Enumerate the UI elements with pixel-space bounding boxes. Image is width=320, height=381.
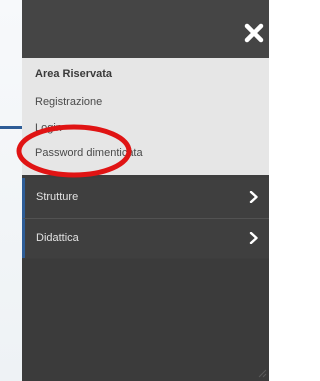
nav-item-didattica[interactable]: Didattica: [22, 218, 269, 258]
drawer-empty-area: [22, 259, 269, 381]
side-drawer: Area Riservata Registrazione Login Passw…: [22, 0, 269, 381]
close-icon: [244, 23, 264, 43]
nav-list: Strutture Didattica: [22, 178, 269, 258]
close-button[interactable]: [243, 22, 265, 44]
registration-link[interactable]: Registrazione: [35, 96, 102, 108]
reserved-area-panel: Area Riservata Registrazione Login Passw…: [22, 58, 269, 175]
drawer-header: [22, 0, 269, 58]
reserved-area-title: Area Riservata: [35, 68, 113, 80]
forgot-password-link[interactable]: Password dimenticata: [35, 147, 143, 159]
resize-grip-icon: [258, 369, 267, 378]
chevron-right-icon: [249, 232, 258, 244]
nav-item-strutture[interactable]: Strutture: [22, 178, 269, 218]
nav-item-label: Strutture: [36, 191, 79, 203]
login-link[interactable]: Login: [35, 122, 62, 134]
chevron-right-icon: [249, 191, 258, 203]
page-backdrop: [0, 0, 22, 381]
nav-item-label: Didattica: [36, 232, 79, 244]
